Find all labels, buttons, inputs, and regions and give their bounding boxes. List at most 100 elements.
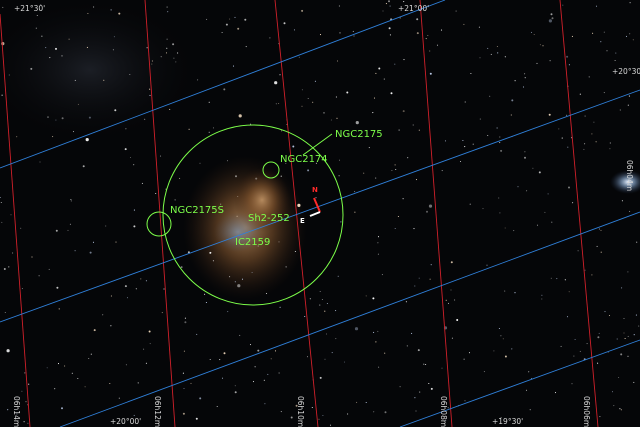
star bbox=[279, 74, 281, 76]
star bbox=[372, 112, 374, 114]
star bbox=[265, 292, 268, 295]
star bbox=[413, 228, 415, 230]
star bbox=[525, 389, 528, 391]
star bbox=[331, 352, 333, 354]
star bbox=[324, 310, 326, 312]
star bbox=[338, 175, 340, 177]
star bbox=[615, 52, 617, 54]
star bbox=[118, 397, 120, 399]
star bbox=[234, 391, 237, 394]
star bbox=[61, 55, 63, 57]
star bbox=[571, 383, 573, 385]
star bbox=[329, 424, 332, 426]
star bbox=[46, 367, 48, 369]
star bbox=[68, 38, 70, 40]
star bbox=[603, 92, 605, 94]
star bbox=[547, 193, 549, 195]
star bbox=[584, 269, 586, 271]
star bbox=[596, 245, 598, 247]
star bbox=[151, 60, 153, 62]
star bbox=[216, 405, 218, 408]
star bbox=[377, 330, 379, 332]
star bbox=[604, 311, 606, 313]
star bbox=[232, 65, 235, 67]
star bbox=[298, 56, 300, 58]
star bbox=[389, 34, 391, 36]
star bbox=[496, 127, 498, 129]
star bbox=[160, 56, 162, 58]
star bbox=[593, 121, 595, 123]
star bbox=[237, 27, 240, 30]
star bbox=[606, 50, 608, 52]
star bbox=[472, 143, 474, 145]
star bbox=[638, 325, 640, 327]
star bbox=[25, 401, 27, 403]
star bbox=[526, 190, 528, 192]
star bbox=[504, 290, 506, 292]
star bbox=[124, 148, 127, 151]
star bbox=[182, 372, 184, 374]
star bbox=[195, 417, 198, 420]
star bbox=[323, 112, 325, 114]
star bbox=[403, 59, 405, 61]
star bbox=[251, 271, 253, 274]
star bbox=[0, 201, 2, 204]
star bbox=[274, 81, 278, 85]
star bbox=[365, 401, 367, 404]
star bbox=[389, 5, 391, 7]
star bbox=[227, 311, 229, 313]
star bbox=[623, 317, 625, 320]
star bbox=[23, 421, 25, 423]
star bbox=[36, 14, 38, 17]
star bbox=[304, 315, 306, 318]
star bbox=[105, 225, 107, 227]
star bbox=[77, 103, 79, 105]
star bbox=[548, 19, 553, 23]
star bbox=[92, 241, 95, 243]
star bbox=[354, 327, 359, 331]
star bbox=[482, 208, 484, 210]
star bbox=[27, 422, 29, 424]
star bbox=[568, 186, 570, 189]
star bbox=[204, 293, 206, 295]
star bbox=[554, 392, 557, 394]
star bbox=[294, 250, 296, 253]
star bbox=[566, 316, 569, 318]
ra-label-06h04m: 06h04m bbox=[625, 160, 634, 191]
star bbox=[278, 372, 280, 374]
star bbox=[21, 288, 23, 290]
star bbox=[592, 32, 594, 34]
star bbox=[58, 308, 60, 310]
star bbox=[373, 411, 375, 413]
star bbox=[278, 102, 280, 105]
star bbox=[143, 348, 145, 350]
star bbox=[133, 209, 135, 211]
star bbox=[588, 76, 590, 78]
star bbox=[245, 46, 247, 48]
star bbox=[225, 23, 228, 26]
star bbox=[56, 286, 59, 289]
star bbox=[169, 108, 171, 110]
star bbox=[10, 214, 12, 216]
star bbox=[394, 164, 396, 166]
star bbox=[479, 57, 481, 59]
star bbox=[524, 77, 526, 79]
star bbox=[524, 156, 526, 159]
star bbox=[415, 410, 417, 412]
star bbox=[112, 49, 114, 51]
star bbox=[591, 133, 593, 135]
star bbox=[54, 388, 56, 390]
star bbox=[566, 55, 569, 58]
star bbox=[385, 3, 387, 5]
star bbox=[375, 72, 377, 74]
star bbox=[118, 12, 121, 15]
star bbox=[577, 250, 579, 252]
star bbox=[599, 416, 601, 418]
star bbox=[113, 36, 115, 38]
star bbox=[86, 46, 88, 48]
star bbox=[47, 116, 49, 118]
star bbox=[504, 227, 506, 229]
star bbox=[166, 47, 168, 49]
star bbox=[137, 382, 139, 384]
star bbox=[468, 352, 471, 354]
